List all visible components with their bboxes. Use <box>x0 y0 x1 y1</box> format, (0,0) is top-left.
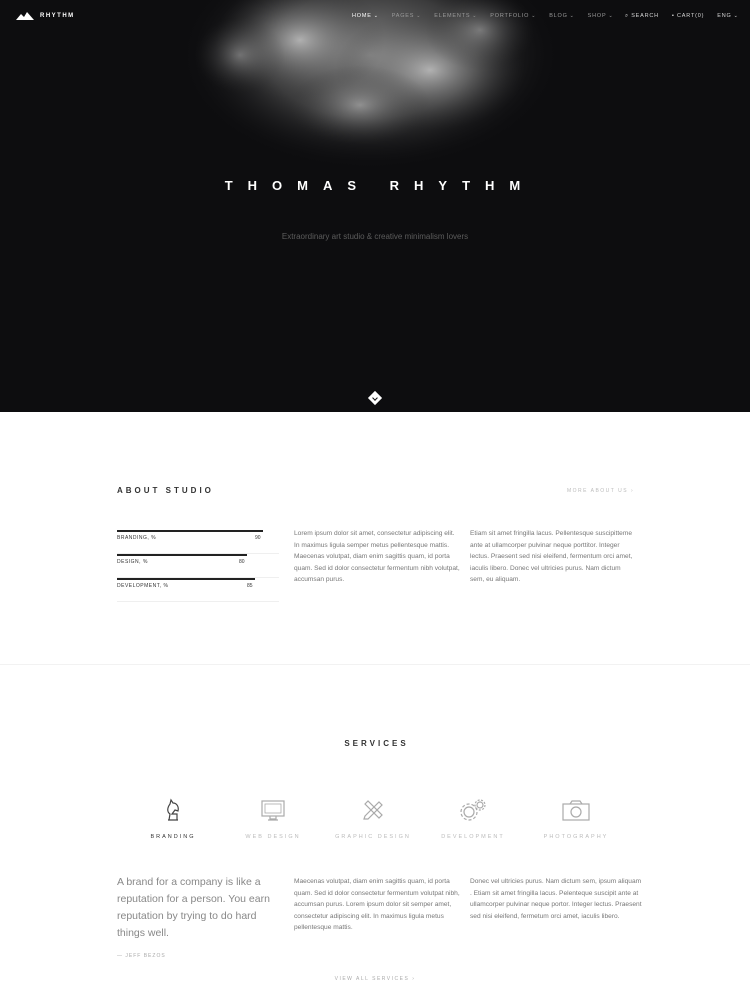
tab-label: PHOTOGRAPHY <box>543 834 609 840</box>
top-navigation-bar: RHYTHM HOME ⌄ PAGES ⌄ ELEMENTS ⌄ PORTFOLIO ⌄… <box>0 0 750 34</box>
skill-label: BRANDING, % <box>117 535 157 541</box>
skill-value: 85 <box>247 583 253 589</box>
nav-item-home[interactable]: HOME ⌄ <box>352 13 379 19</box>
chevron-down-icon: ⌄ <box>416 13 422 19</box>
view-all-services-link[interactable]: VIEW ALL SERVICES › <box>0 976 750 982</box>
brand-quote: A brand for a company is like a reputati… <box>117 876 270 939</box>
skill-development: DEVELOPMENT, % 85 <box>117 578 279 602</box>
skill-label: DESIGN, % <box>117 559 148 565</box>
knight-icon <box>167 798 179 821</box>
more-about-link[interactable]: MORE ABOUT US › <box>567 488 634 494</box>
skill-design: DESIGN, % 80 <box>117 554 279 578</box>
skill-bar <box>117 554 247 556</box>
skill-value: 90 <box>255 535 261 541</box>
skill-bar <box>117 578 255 580</box>
quote-author: — JEFF BEZOS <box>117 953 166 959</box>
skill-bar <box>117 530 263 532</box>
tab-web-design[interactable]: WEB DESIGN <box>230 798 316 840</box>
gears-icon <box>460 799 486 821</box>
logo-text: RHYTHM <box>40 12 75 19</box>
section-divider <box>0 664 750 665</box>
chevron-down-icon: ⌄ <box>472 13 478 19</box>
chevron-down-icon: ⌄ <box>608 13 614 19</box>
service-text-2: Donec vel ultricies purus. Nam dictum se… <box>470 878 642 920</box>
skill-branding: BRANDING, % 90 <box>117 530 279 554</box>
main-nav: HOME ⌄ PAGES ⌄ ELEMENTS ⌄ PORTFOLIO ⌄ BLOG ⌄ … <box>352 13 613 19</box>
tab-label: DEVELOPMENT <box>441 834 505 840</box>
tab-label: GRAPHIC DESIGN <box>335 834 411 840</box>
hero-section: RHYTHM HOME ⌄ PAGES ⌄ ELEMENTS ⌄ PORTFOLIO ⌄… <box>0 0 750 412</box>
chevron-down-icon: ⌄ <box>531 13 537 19</box>
logo[interactable]: RHYTHM <box>16 11 75 20</box>
smoke-background-image <box>180 0 560 170</box>
nav-item-elements[interactable]: ELEMENTS ⌄ <box>434 13 477 19</box>
tab-label: WEB DESIGN <box>245 834 301 840</box>
skill-value: 80 <box>239 559 245 565</box>
monitor-icon <box>261 800 285 821</box>
nav-item-shop[interactable]: SHOP ⌄ <box>588 13 614 19</box>
skills-list: BRANDING, % 90 DESIGN, % 80 DEVELOPMENT,… <box>117 530 279 602</box>
chevron-down-icon: ⌄ <box>373 13 379 19</box>
tab-branding[interactable]: BRANDING <box>130 798 216 840</box>
chevron-down-icon: ⌄ <box>733 13 739 19</box>
pencil-ruler-icon <box>363 800 383 820</box>
about-text-2: Etiam sit amet fringilla lacus. Pellente… <box>470 530 633 583</box>
camera-icon <box>562 800 590 821</box>
nav-item-pages[interactable]: PAGES ⌄ <box>392 13 422 19</box>
services-title: SERVICES <box>344 739 409 748</box>
skill-label: DEVELOPMENT, % <box>117 583 169 589</box>
tab-label: BRANDING <box>150 834 196 840</box>
language-select[interactable]: ENG ⌄ <box>717 13 738 20</box>
service-text-1: Maecenas volutpat, diam enim sagittis qu… <box>294 878 460 931</box>
tab-graphic-design[interactable]: GRAPHIC DESIGN <box>330 798 416 840</box>
nav-item-blog[interactable]: BLOG ⌄ <box>549 13 574 19</box>
about-text-1: Lorem ipsum dolor sit amet, consectetur … <box>294 530 460 583</box>
tab-photography[interactable]: PHOTOGRAPHY <box>533 798 619 840</box>
cart-button[interactable]: ▪ CART(0) <box>672 13 704 20</box>
nav-item-portfolio[interactable]: PORTFOLIO ⌄ <box>490 13 536 19</box>
mountain-logo-icon <box>16 12 34 20</box>
search-button[interactable]: ⌕ SEARCH <box>625 13 659 20</box>
services-tabs: BRANDING WEB DESIGN GRAPHIC DESIGN DEVEL… <box>130 798 620 848</box>
chevron-down-icon: ⌄ <box>569 13 575 19</box>
tab-development[interactable]: DEVELOPMENT <box>430 798 516 840</box>
hero-title: THOMAS RHYTHM <box>224 178 536 193</box>
about-title: ABOUT STUDIO <box>117 486 214 495</box>
nav-utilities: ⌕ SEARCH ▪ CART(0) ENG ⌄ <box>625 13 739 20</box>
hero-subtitle: Extraordinary art studio & creative mini… <box>281 232 469 241</box>
